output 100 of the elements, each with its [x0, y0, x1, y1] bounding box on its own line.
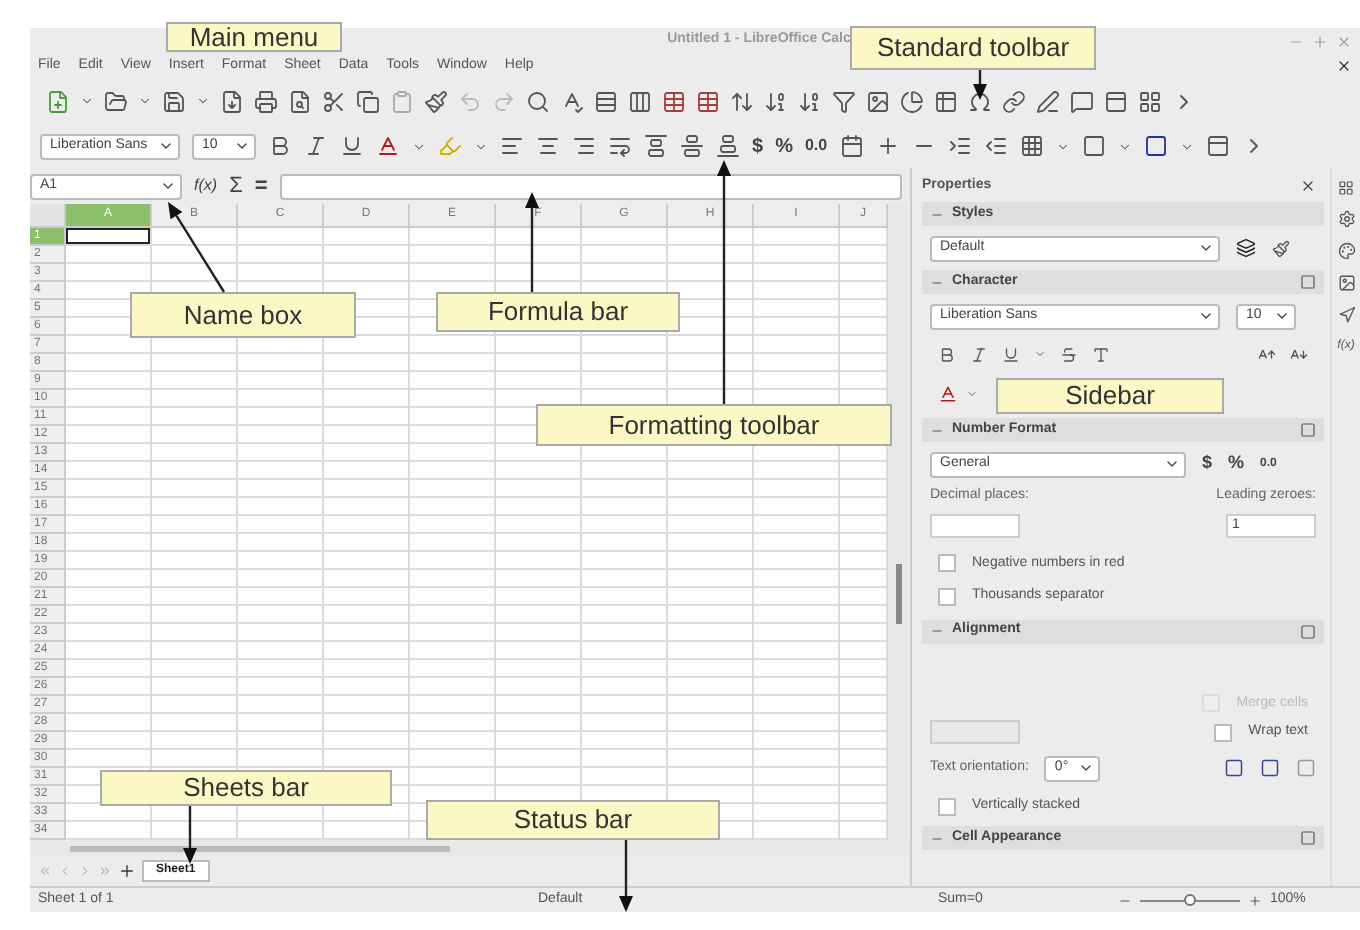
- formula-button[interactable]: =: [254, 169, 268, 203]
- chart-icon[interactable]: [900, 89, 924, 113]
- font-color-icon[interactable]: [938, 384, 958, 404]
- currency-format-button[interactable]: $: [752, 131, 764, 161]
- borders-icon[interactable]: [1019, 134, 1044, 158]
- border-color-icon[interactable]: [1143, 134, 1168, 158]
- sort-ascending-icon[interactable]: [764, 89, 788, 113]
- pen-icon[interactable]: [1036, 89, 1060, 113]
- scrollbar-thumb[interactable]: [70, 845, 450, 851]
- styles-icon[interactable]: [1337, 242, 1355, 260]
- scrollbar-thumb[interactable]: [895, 564, 901, 624]
- table-cell: [152, 588, 238, 606]
- close-document-icon[interactable]: [1336, 58, 1352, 74]
- sort-descending-icon[interactable]: [798, 89, 822, 113]
- more-options-icon[interactable]: [1300, 274, 1316, 290]
- caret-icon[interactable]: [1179, 139, 1194, 153]
- image-icon[interactable]: [866, 89, 890, 113]
- checkbox[interactable]: [1214, 723, 1233, 741]
- strikethrough-icon[interactable]: [1060, 345, 1078, 363]
- rows-icon[interactable]: [594, 89, 618, 113]
- save-icon[interactable]: [162, 89, 186, 113]
- properties-icon[interactable]: [1337, 210, 1355, 228]
- caret-icon[interactable]: [412, 139, 426, 153]
- zoom-slider-thumb[interactable]: [1184, 893, 1196, 905]
- spelling-icon[interactable]: [560, 89, 584, 113]
- sum-button[interactable]: Σ: [229, 169, 243, 203]
- caret-icon[interactable]: [1055, 139, 1070, 153]
- font-color-icon[interactable]: [376, 134, 400, 158]
- grid-icon[interactable]: [1138, 89, 1162, 113]
- wrap-text-icon[interactable]: [608, 134, 632, 158]
- more-options-icon[interactable]: [1300, 623, 1316, 639]
- shadow-icon[interactable]: [1092, 345, 1110, 363]
- align-top-icon[interactable]: [644, 134, 668, 158]
- export-icon[interactable]: [220, 89, 244, 113]
- checkbox[interactable]: [938, 587, 956, 606]
- caret-icon[interactable]: [474, 139, 488, 153]
- caret-icon[interactable]: [138, 94, 152, 108]
- update-style-icon[interactable]: [1272, 239, 1290, 257]
- align-center-icon[interactable]: [536, 134, 560, 158]
- pivot-table-icon[interactable]: [934, 89, 958, 113]
- new-style-icon[interactable]: [1236, 238, 1256, 258]
- number-format-button[interactable]: 0.0: [804, 134, 828, 158]
- add-sheet-icon[interactable]: [118, 862, 136, 880]
- columns-icon[interactable]: [628, 89, 652, 113]
- increase-font-icon[interactable]: [1258, 345, 1276, 363]
- align-right-icon[interactable]: [572, 134, 596, 158]
- underline-icon[interactable]: [340, 134, 364, 158]
- link-icon[interactable]: [1002, 89, 1026, 113]
- caret-icon[interactable]: [80, 94, 94, 108]
- outdent-icon[interactable]: [983, 134, 1008, 158]
- close-icon[interactable]: [1300, 178, 1316, 194]
- caret-icon[interactable]: [196, 94, 210, 108]
- checkbox[interactable]: [938, 554, 956, 573]
- date-icon[interactable]: [839, 134, 864, 158]
- more-options-icon[interactable]: [1300, 422, 1316, 438]
- print-preview-icon[interactable]: [288, 89, 312, 113]
- bold-icon[interactable]: [268, 134, 292, 158]
- sort-icon[interactable]: [730, 89, 754, 113]
- table-cell: [582, 516, 668, 534]
- search-icon[interactable]: [526, 89, 550, 113]
- function-wizard-button[interactable]: f(x): [194, 174, 218, 198]
- table-cell: [66, 390, 152, 408]
- paintbrush-icon[interactable]: [424, 89, 448, 113]
- italic-icon[interactable]: [970, 345, 988, 363]
- table-cell: [754, 606, 840, 624]
- align-left-icon[interactable]: [500, 134, 524, 158]
- table-icon[interactable]: [696, 89, 720, 113]
- more-options-icon[interactable]: [1300, 830, 1316, 846]
- bold-icon[interactable]: [938, 345, 956, 363]
- navigator-icon[interactable]: [1337, 306, 1355, 324]
- table-cell: [410, 732, 496, 750]
- print-icon[interactable]: [254, 89, 278, 113]
- caret-icon[interactable]: [1117, 139, 1132, 153]
- table-icon[interactable]: [662, 89, 686, 113]
- copy-icon[interactable]: [356, 89, 380, 113]
- underline-icon[interactable]: [1002, 345, 1020, 363]
- align-middle-icon[interactable]: [680, 134, 704, 158]
- omega-icon[interactable]: [968, 89, 992, 113]
- conditional-icon[interactable]: [1205, 134, 1230, 158]
- indent-icon[interactable]: [947, 134, 972, 158]
- decrease-font-icon[interactable]: [1290, 345, 1308, 363]
- percent-format-button[interactable]: %: [775, 131, 793, 161]
- table-cell: [668, 228, 754, 246]
- new-document-icon[interactable]: [46, 89, 70, 113]
- table-cell: [324, 228, 410, 246]
- header-icon[interactable]: [1104, 89, 1128, 113]
- gallery-icon[interactable]: [1337, 274, 1355, 292]
- filter-icon[interactable]: [832, 89, 856, 113]
- align-bottom-icon[interactable]: [716, 134, 740, 158]
- italic-icon[interactable]: [304, 134, 328, 158]
- border-style-icon[interactable]: [1081, 134, 1106, 158]
- formula-input-field[interactable]: [279, 173, 902, 199]
- sidebar-menu-icon[interactable]: [1338, 180, 1354, 196]
- folder-icon[interactable]: [104, 89, 128, 113]
- add-decimal-icon[interactable]: [875, 134, 900, 158]
- checkbox[interactable]: [938, 797, 956, 815]
- currency-format-button[interactable]: $: [1202, 450, 1213, 478]
- comment-icon[interactable]: [1070, 89, 1094, 113]
- percent-format-button[interactable]: %: [1228, 450, 1245, 478]
- cut-icon[interactable]: [322, 89, 346, 113]
